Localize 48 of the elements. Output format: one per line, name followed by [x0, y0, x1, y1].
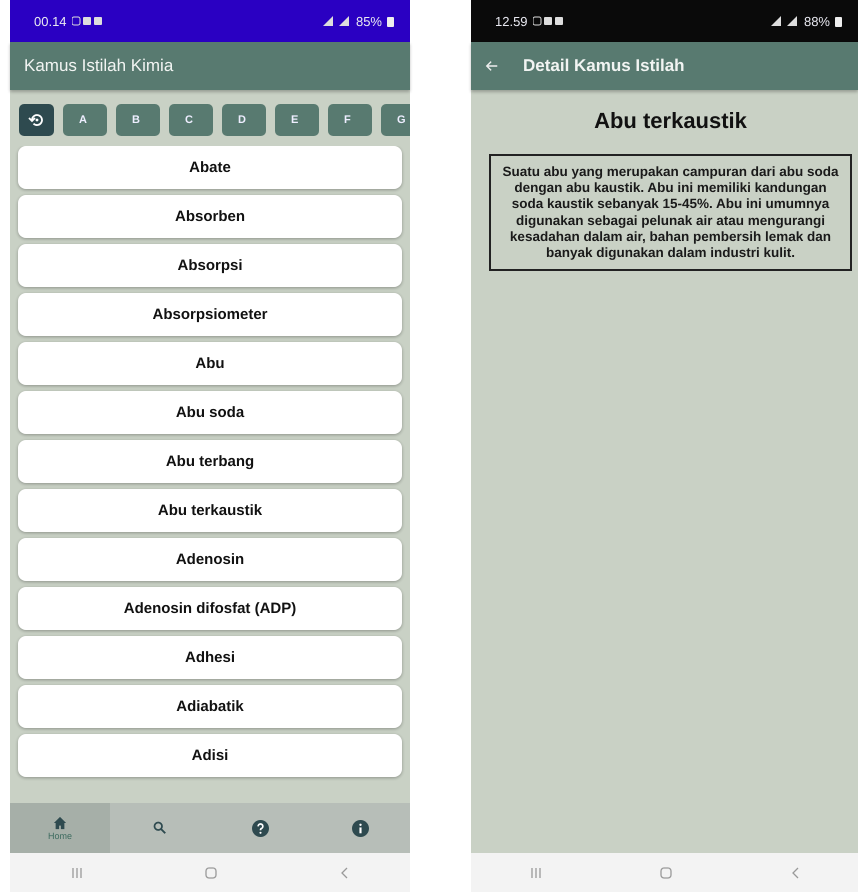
- letter-button[interactable]: D: [222, 104, 266, 136]
- term-item[interactable]: Adenosin: [18, 538, 402, 581]
- term-item[interactable]: Adiabatik: [18, 685, 402, 728]
- battery-level: 88%: [804, 14, 830, 28]
- battery-level: 85%: [356, 14, 382, 28]
- app-title: Kamus Istilah Kimia: [24, 56, 174, 76]
- nav-label: Home: [48, 830, 72, 840]
- signal-icon: [768, 16, 799, 26]
- term-item[interactable]: Adisi: [18, 734, 402, 777]
- letter-button[interactable]: A: [63, 104, 107, 136]
- notification-icons: [72, 16, 102, 26]
- term-item[interactable]: Absorpsiometer: [18, 293, 402, 336]
- term-item[interactable]: Abate: [18, 146, 402, 189]
- term-title: Abu terkaustik: [594, 108, 747, 134]
- battery-icon: [387, 16, 394, 26]
- term-item[interactable]: Abu soda: [18, 391, 402, 434]
- back-arrow-icon: [485, 59, 499, 73]
- letter-button[interactable]: B: [116, 104, 160, 136]
- status-time: 12.59: [495, 14, 528, 28]
- letter-button[interactable]: C: [169, 104, 213, 136]
- term-item[interactable]: Absorben: [18, 195, 402, 238]
- term-item[interactable]: Abu terbang: [18, 440, 402, 483]
- term-item[interactable]: Adenosin difosfat (ADP): [18, 587, 402, 630]
- app-title: Detail Kamus Istilah: [523, 56, 685, 76]
- signal-icon: [320, 16, 351, 26]
- letter-button[interactable]: G: [381, 104, 410, 136]
- back-icon: [339, 866, 350, 880]
- notification-icons: [532, 16, 563, 26]
- recent-apps-icon: [70, 866, 83, 878]
- letter-button[interactable]: E: [275, 104, 319, 136]
- status-time: 00.14: [34, 14, 67, 28]
- back-icon: [790, 866, 800, 880]
- term-item[interactable]: Adhesi: [18, 636, 402, 679]
- home-icon: [53, 816, 67, 830]
- reset-button[interactable]: [19, 104, 54, 136]
- battery-icon: [835, 16, 842, 26]
- definition-text: Suatu abu yang merupakan campuran dari abu soda dengan abu kaustik. Abu ini memiliki kandungan soda kaustik sebanyak 15-45%. Abu ini umumnya digunakan sebagai pelunak air atau mengurangi kesadahan dalam air, bahan pembersih lemak dan banyak digunakan dalam industri kulit.: [489, 154, 852, 272]
- term-item[interactable]: Abu terkaustik: [18, 489, 402, 532]
- home-icon: [204, 866, 218, 880]
- home-icon: [658, 866, 672, 880]
- term-item[interactable]: Absorpsi: [18, 244, 402, 287]
- term-item[interactable]: Abu: [18, 342, 402, 385]
- recent-apps-icon: [530, 866, 542, 878]
- letter-button[interactable]: F: [328, 104, 372, 136]
- search-icon: [153, 821, 167, 835]
- info-icon: [352, 820, 368, 836]
- help-icon: [252, 820, 268, 836]
- reset-icon: [28, 111, 46, 129]
